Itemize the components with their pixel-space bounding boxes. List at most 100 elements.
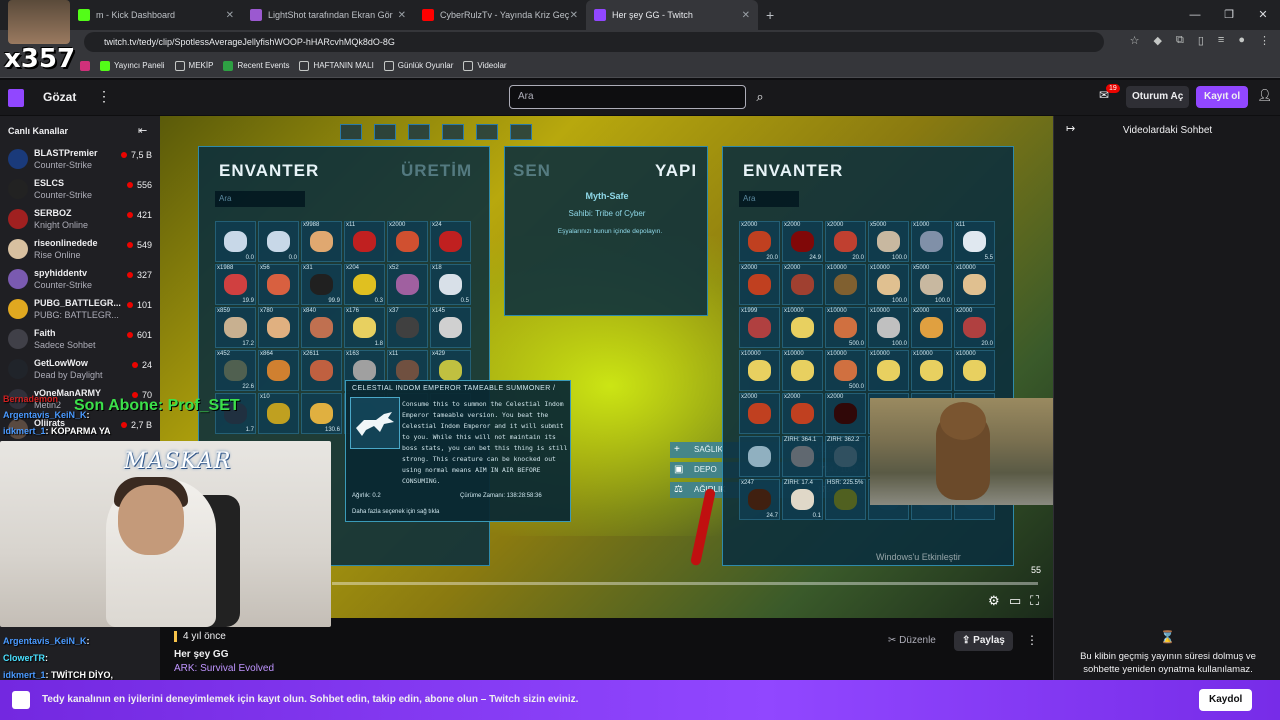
- minimize-icon[interactable]: —: [1178, 0, 1212, 30]
- inventory-slot[interactable]: x859 17.2: [215, 307, 256, 348]
- inventory-slot[interactable]: ZIRH: 364.1: [782, 436, 823, 477]
- bookmark-item[interactable]: Günlük Oyunlar: [383, 60, 453, 71]
- inventory-slot[interactable]: x5000 100.0: [868, 221, 909, 262]
- inventory-slot[interactable]: x2611: [301, 350, 342, 391]
- menu-icon[interactable]: ⋮: [1259, 34, 1270, 47]
- bookmark-instagram-icon[interactable]: [80, 60, 90, 71]
- inventory-slot[interactable]: x1999: [739, 307, 780, 348]
- inventory-slot[interactable]: x2000: [825, 393, 866, 434]
- inventory-slot[interactable]: x2000 24.9: [782, 221, 823, 262]
- close-window-icon[interactable]: ✕: [1246, 0, 1280, 30]
- more-icon[interactable]: ⋮: [1026, 633, 1038, 647]
- bookmark-item[interactable]: Recent Events: [223, 60, 289, 71]
- inventory-slot[interactable]: x204 0.3: [344, 264, 385, 305]
- inventory-slot[interactable]: x10000: [782, 350, 823, 391]
- browser-tab[interactable]: m - Kick Dashboard ✕: [70, 0, 242, 30]
- inventory-slot[interactable]: 130.6: [301, 393, 342, 434]
- inventory-slot[interactable]: x780: [258, 307, 299, 348]
- media-icon[interactable]: ≡: [1218, 34, 1224, 47]
- inventory-slot[interactable]: x2000 20.0: [954, 307, 995, 348]
- inventory-slot[interactable]: x56: [258, 264, 299, 305]
- sidebar-channel[interactable]: PUBG_BATTLEGR... PUBG: BATTLEGR... 101: [0, 294, 160, 324]
- inventory-slot[interactable]: x2000: [911, 307, 952, 348]
- inventory-slot[interactable]: x10000: [954, 264, 995, 305]
- inventory-slot[interactable]: [739, 436, 780, 477]
- sidebar-channel[interactable]: BLASTPremier Counter-Strike 7,5 B: [0, 144, 160, 174]
- inventory-slot[interactable]: x2000 20.0: [825, 221, 866, 262]
- inventory-slot[interactable]: x10000 500.0: [825, 350, 866, 391]
- game-link[interactable]: ARK: Survival Evolved: [174, 663, 274, 674]
- inventory-slot[interactable]: x1988 19.9: [215, 264, 256, 305]
- inventory-slot[interactable]: x840: [301, 307, 342, 348]
- inventory-slot[interactable]: x11: [344, 221, 385, 262]
- inventory-slot[interactable]: x10000 100.0: [868, 307, 909, 348]
- inventory-slot[interactable]: x10: [258, 393, 299, 434]
- tab-close-icon[interactable]: ✕: [398, 10, 406, 21]
- search-input[interactable]: Ara: [509, 85, 746, 109]
- inventory-slot[interactable]: x864: [258, 350, 299, 391]
- browse-link[interactable]: Gözat: [43, 90, 76, 104]
- share-button[interactable]: ⇪ Paylaş: [954, 631, 1013, 651]
- fullscreen-icon[interactable]: ⛶: [1030, 593, 1039, 609]
- inventory-slot[interactable]: x24: [430, 221, 471, 262]
- inventory-slot[interactable]: x452 22.6: [215, 350, 256, 391]
- inventory-slot[interactable]: x2000: [782, 393, 823, 434]
- user-menu-icon[interactable]: 👤︎: [1257, 88, 1272, 102]
- inventory-slot[interactable]: x145: [430, 307, 471, 348]
- inventory-slot[interactable]: x37: [387, 307, 428, 348]
- inventory-slot[interactable]: x2000: [739, 264, 780, 305]
- inventory-slot[interactable]: 0.0: [215, 221, 256, 262]
- browser-tab[interactable]: Her şey GG - Twitch ✕: [586, 0, 758, 30]
- collapse-sidebar-icon[interactable]: ⇤: [138, 124, 147, 137]
- bookmark-star-icon[interactable]: ☆: [1130, 34, 1140, 47]
- profile-icon[interactable]: ●: [1238, 34, 1245, 47]
- sidebar-channel[interactable]: Faith Sadece Sohbet 601: [0, 324, 160, 354]
- theatre-mode-icon[interactable]: ▭: [1009, 593, 1021, 609]
- inventory-slot[interactable]: x2000: [782, 264, 823, 305]
- settings-icon[interactable]: ⚙: [988, 593, 1000, 609]
- inventory-slot[interactable]: x52: [387, 264, 428, 305]
- inventory-slot[interactable]: x10000: [739, 350, 780, 391]
- inventory-slot[interactable]: x10000: [868, 350, 909, 391]
- left-inventory-search[interactable]: Ara: [215, 191, 305, 207]
- login-button[interactable]: Oturum Aç: [1126, 86, 1190, 108]
- bookmark-item[interactable]: Videolar: [463, 60, 507, 71]
- browser-tab[interactable]: LightShot tarafından Ekran Gör ✕: [242, 0, 414, 30]
- inventory-slot[interactable]: x2000: [739, 393, 780, 434]
- inventory-slot[interactable]: x2000: [387, 221, 428, 262]
- bookmark-item[interactable]: MEKİP: [174, 60, 213, 71]
- inventory-slot[interactable]: x5000 100.0: [911, 264, 952, 305]
- you-tab[interactable]: SEN: [513, 161, 551, 181]
- extension-icon[interactable]: ◆: [1154, 34, 1162, 47]
- crafting-tab[interactable]: ÜRETİM: [401, 161, 472, 181]
- inventory-slot[interactable]: x2000 20.0: [739, 221, 780, 262]
- bookmark-item[interactable]: Yayıncı Paneli: [100, 60, 165, 71]
- tab-close-icon[interactable]: ✕: [570, 10, 578, 21]
- right-inventory-search[interactable]: Ara: [739, 191, 799, 207]
- sidebar-channel[interactable]: ESLCS Counter-Strike 556: [0, 174, 160, 204]
- sidebar-channel[interactable]: SERBOZ Knight Online 421: [0, 204, 160, 234]
- sidebar-channel[interactable]: riseonlinedede Rise Online 549: [0, 234, 160, 264]
- inventory-slot[interactable]: 0.0: [258, 221, 299, 262]
- inventory-slot[interactable]: ZIRH: 362.2: [825, 436, 866, 477]
- inventory-slot[interactable]: x247 24.7: [739, 479, 780, 520]
- edit-button[interactable]: ✂ Düzenle: [880, 631, 944, 651]
- bookmark-item[interactable]: HAFTANIN MALI: [299, 60, 374, 71]
- twitch-logo-icon[interactable]: [8, 89, 24, 107]
- inventory-slot[interactable]: x176 1.8: [344, 307, 385, 348]
- signup-button[interactable]: Kayıt ol: [1196, 86, 1249, 108]
- tab-close-icon[interactable]: ✕: [742, 10, 750, 21]
- inventory-slot[interactable]: x1000: [911, 221, 952, 262]
- tab-close-icon[interactable]: ✕: [226, 10, 234, 21]
- inventory-slot[interactable]: x10000: [825, 264, 866, 305]
- more-options-icon[interactable]: ⋮: [97, 88, 111, 105]
- inventory-slot[interactable]: ZIRH: 17.4 0.1: [782, 479, 823, 520]
- restore-icon[interactable]: ❐: [1212, 0, 1246, 30]
- inventory-slot[interactable]: x9988: [301, 221, 342, 262]
- banner-signup-button[interactable]: Kaydol: [1199, 689, 1253, 711]
- inventory-slot[interactable]: x10000: [782, 307, 823, 348]
- sidebar-channel[interactable]: spyhiddentv Counter-Strike 327: [0, 264, 160, 294]
- inventory-slot[interactable]: x31 99.9: [301, 264, 342, 305]
- sidepanel-icon[interactable]: ▯: [1198, 34, 1204, 47]
- progress-bar[interactable]: [332, 582, 1038, 585]
